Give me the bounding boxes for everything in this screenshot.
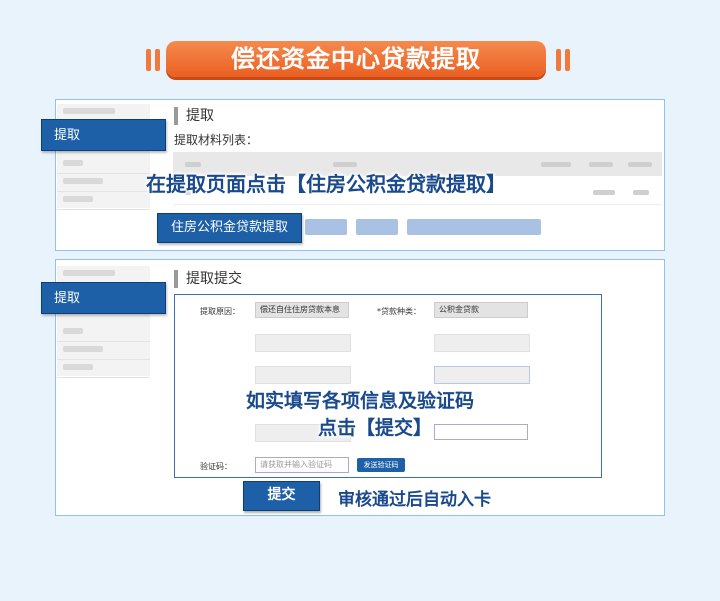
blurred-button-1[interactable] (305, 219, 347, 235)
banner-left-tick-2 (155, 49, 160, 71)
blurred-field-3[interactable] (255, 366, 351, 384)
result-text: 审核通过后自动入卡 (338, 490, 491, 510)
submit-page-title: 提取提交 (174, 270, 242, 288)
materials-list-label: 提取材料列表： (174, 133, 259, 147)
banner-left-tick-1 (146, 49, 151, 71)
reason-label: 提取原因： (200, 307, 240, 316)
blurred-field-2[interactable] (434, 334, 530, 352)
blurred-select[interactable] (434, 366, 530, 384)
blurred-field-1[interactable] (255, 334, 351, 352)
blurred-button-2[interactable] (356, 219, 398, 235)
captcha-label: 验证码： (200, 462, 232, 471)
banner-right-tick-1 (556, 49, 561, 71)
loan-type-label: *贷款种类： (377, 307, 421, 316)
blurred-button-3[interactable] (407, 219, 541, 235)
blurred-field-5[interactable] (434, 424, 528, 440)
reason-field[interactable]: 偿还自住住房贷款本息 (255, 302, 349, 318)
loan-type-field[interactable]: 公积金贷款 (434, 302, 528, 318)
step2-instruction-line1: 如实填写各项信息及验证码 (246, 390, 475, 412)
send-captcha-button[interactable]: 发送验证码 (357, 458, 405, 472)
housing-fund-loan-extraction-button[interactable]: 住房公积金贷款提取 (157, 213, 302, 243)
step2-instruction-line2: 点击【提交】 (318, 417, 433, 439)
banner-right-tick-2 (565, 49, 570, 71)
step1-instruction: 在提取页面点击【住房公积金贷款提取】 (146, 172, 506, 196)
captcha-input[interactable]: 请获取并输入验证码 (255, 457, 349, 473)
banner-title: 偿还资金中心贷款提取 (166, 41, 546, 77)
submit-button[interactable]: 提交 (243, 481, 320, 511)
sidebar-item-extraction-2[interactable]: 提取 (41, 282, 166, 314)
sidebar-item-extraction[interactable]: 提取 (41, 119, 166, 151)
page-title: 提取 (174, 107, 214, 125)
